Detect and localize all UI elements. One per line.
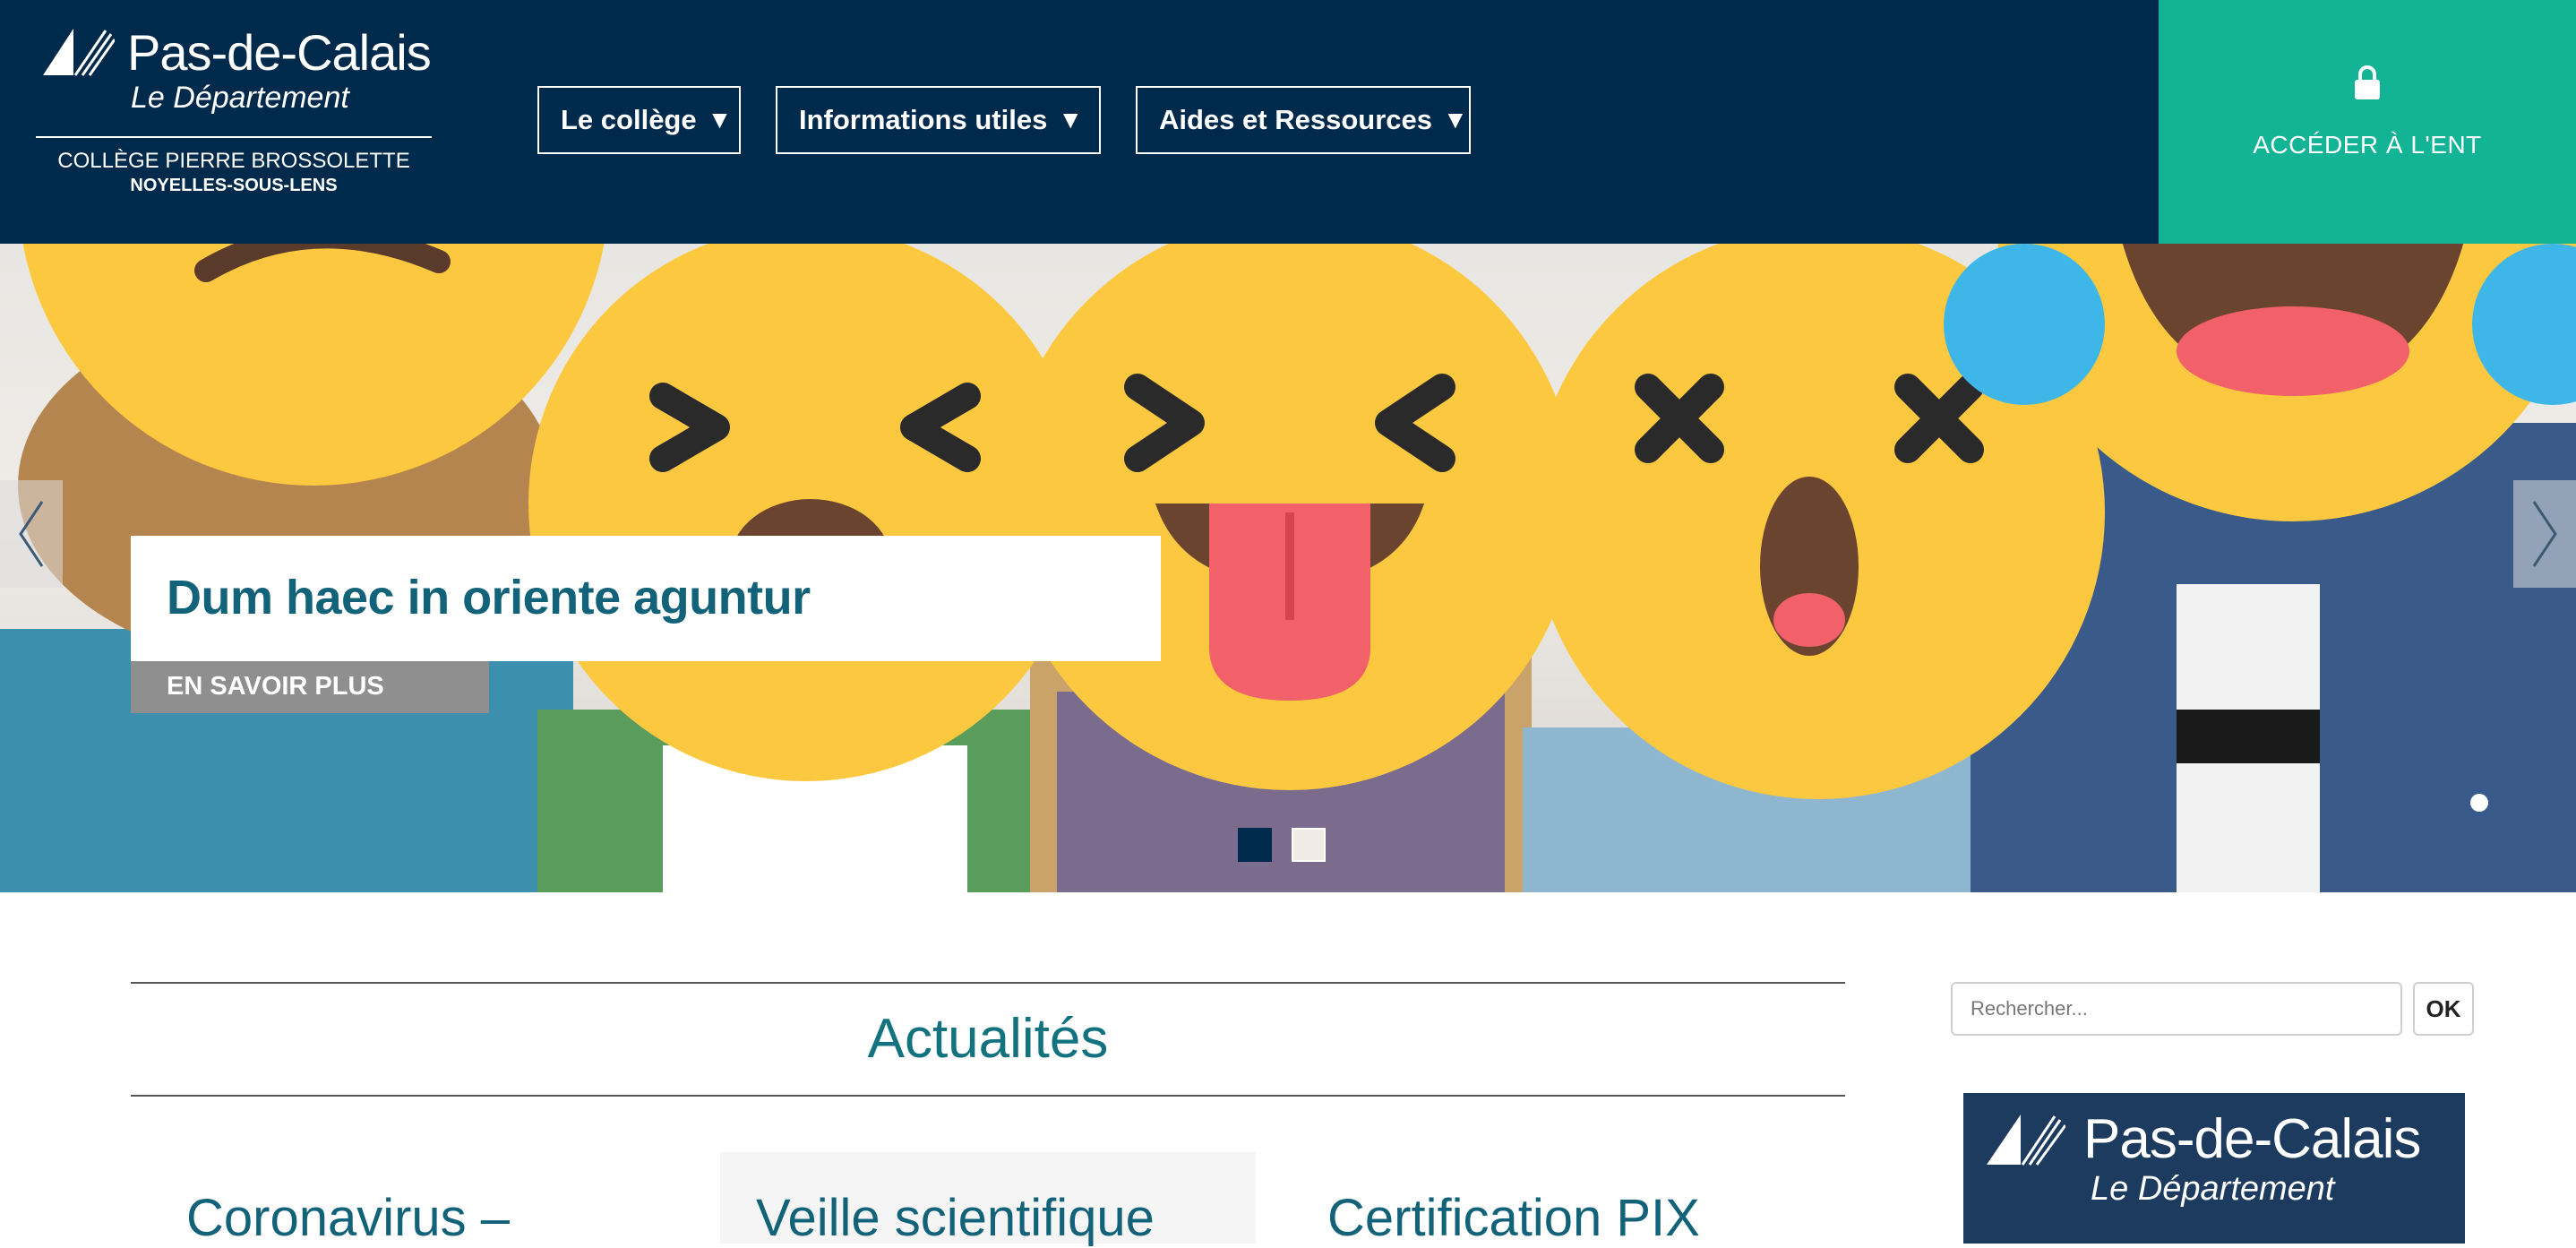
news-card[interactable]: Coronavirus – (131, 1152, 668, 1247)
nav-informations-utiles[interactable]: Informations utiles ▼ (776, 86, 1101, 154)
carousel-next-button[interactable] (2513, 480, 2576, 588)
logo-subtitle: Le Département (131, 81, 349, 115)
nav-label: Le collège (561, 104, 697, 135)
carousel-prev-button[interactable] (0, 480, 63, 588)
caret-down-icon: ▼ (707, 106, 733, 133)
logo-divider (36, 136, 432, 138)
logo-name: Pas-de-Calais (127, 24, 432, 81)
news-card-title: Certification PIX (1327, 1189, 1700, 1247)
slide-caption: Dum haec in oriente aguntur (131, 536, 1161, 661)
chevron-right-icon (2532, 501, 2557, 567)
department-banner[interactable]: Pas-de-Calais Le Département (1963, 1093, 2465, 1244)
hero-carousel: Dum haec in oriente aguntur EN SAVOIR PL… (0, 244, 2576, 892)
nav-label: Aides et Ressources (1159, 104, 1432, 135)
ent-access-button[interactable]: ACCÉDER À L'ENT (2159, 0, 2576, 244)
caret-down-icon: ▼ (1058, 106, 1084, 133)
nav-aides-et-ressources[interactable]: Aides et Ressources ▼ (1136, 86, 1471, 154)
lock-icon (2355, 65, 2380, 99)
news-card-title: Coronavirus – (186, 1189, 511, 1247)
site-header: Pas-de-Calais Le Département COLLÈGE PIE… (0, 0, 2576, 244)
read-more-button[interactable]: EN SAVOIR PLUS (131, 661, 489, 713)
search-ok-button[interactable]: OK (2413, 982, 2474, 1036)
news-card[interactable]: Veille scientifique (720, 1152, 1256, 1247)
pas-de-calais-logo-icon (1987, 1115, 2065, 1166)
nav-le-college[interactable]: Le collège ▼ (537, 86, 741, 154)
news-divider-top (131, 982, 1845, 984)
pas-de-calais-logo-icon (43, 29, 115, 76)
news-heading: Actualités (867, 1008, 1109, 1070)
ent-label: ACCÉDER À L'ENT (2253, 131, 2482, 159)
news-divider-bottom (131, 1095, 1845, 1097)
search-input[interactable] (1951, 982, 2402, 1036)
site-logo[interactable]: Pas-de-Calais Le Département COLLÈGE PIE… (36, 24, 432, 204)
slide-title: Dum haec in oriente aguntur (167, 571, 811, 624)
banner-subtitle: Le Département (2091, 1170, 2335, 1208)
nav-label: Informations utiles (799, 104, 1048, 135)
banner-name: Pas-de-Calais (2083, 1108, 2421, 1170)
chevron-left-icon (19, 501, 44, 567)
caret-down-icon: ▼ (1442, 106, 1468, 133)
school-city: NOYELLES-SOUS-LENS (130, 176, 338, 195)
school-name: COLLÈGE PIERRE BROSSOLETTE (57, 149, 410, 173)
news-card[interactable]: Certification PIX (1286, 1152, 1824, 1247)
carousel-dot-1[interactable] (1238, 828, 1272, 862)
carousel-dot-2[interactable] (1292, 828, 1326, 862)
news-card-title: Veille scientifique (756, 1189, 1155, 1247)
